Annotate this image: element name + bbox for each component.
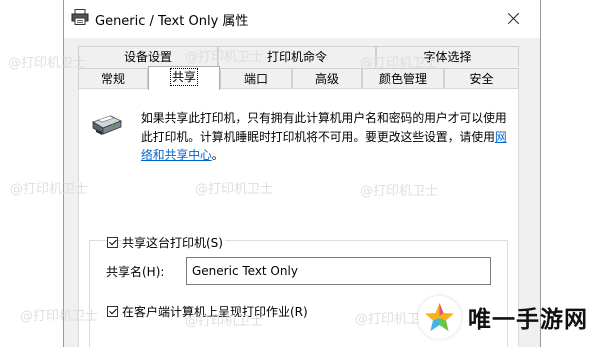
- tab-printer-commands[interactable]: 打印机命令: [218, 46, 376, 66]
- share-printer-label: 共享这台打印机(S): [122, 234, 225, 251]
- printer-large-icon: [92, 115, 122, 135]
- share-name-input[interactable]: Generic Text Only: [186, 257, 491, 285]
- tab-general[interactable]: 常规: [78, 68, 148, 88]
- share-name-label: 共享名(H):: [106, 263, 167, 280]
- tab-device-settings[interactable]: 设备设置: [78, 46, 218, 66]
- description-end: 。: [211, 148, 224, 162]
- tab-sharing[interactable]: 共享: [148, 66, 220, 90]
- site-brand-overlay: 唯一手游网: [418, 296, 600, 347]
- sharing-description: 如果共享此打印机，只有拥有此计算机用户名和密码的用户才可以使用此打印机。计算机睡…: [141, 109, 511, 165]
- tab-label: 共享: [169, 68, 199, 86]
- brand-logo-icon: [418, 296, 461, 339]
- share-printer-checkbox[interactable]: [107, 237, 118, 248]
- tab-label: 打印机命令: [266, 50, 327, 64]
- brand-text: 唯一手游网: [468, 307, 588, 333]
- tab-ports[interactable]: 端口: [220, 68, 292, 88]
- tab-security[interactable]: 安全: [444, 68, 519, 88]
- render-jobs-checkbox[interactable]: [107, 306, 118, 317]
- render-jobs-label: 在客户端计算机上呈现打印作业(R): [122, 303, 310, 320]
- tab-label: 安全: [469, 72, 494, 86]
- tab-font-selection[interactable]: 字体选择: [376, 46, 519, 66]
- star-logo-icon: [425, 303, 454, 331]
- tab-label: 常规: [100, 72, 125, 86]
- tab-label: 高级: [314, 72, 339, 86]
- description-text: 如果共享此打印机，只有拥有此计算机用户名和密码的用户才可以使用此打印机。计算机睡…: [141, 111, 507, 144]
- tab-advanced[interactable]: 高级: [292, 68, 362, 88]
- tab-color-management[interactable]: 颜色管理: [362, 68, 444, 88]
- tab-label: 颜色管理: [378, 72, 427, 86]
- tab-label: 设备设置: [123, 50, 172, 64]
- tab-label: 字体选择: [423, 50, 472, 64]
- tab-label: 端口: [243, 72, 268, 86]
